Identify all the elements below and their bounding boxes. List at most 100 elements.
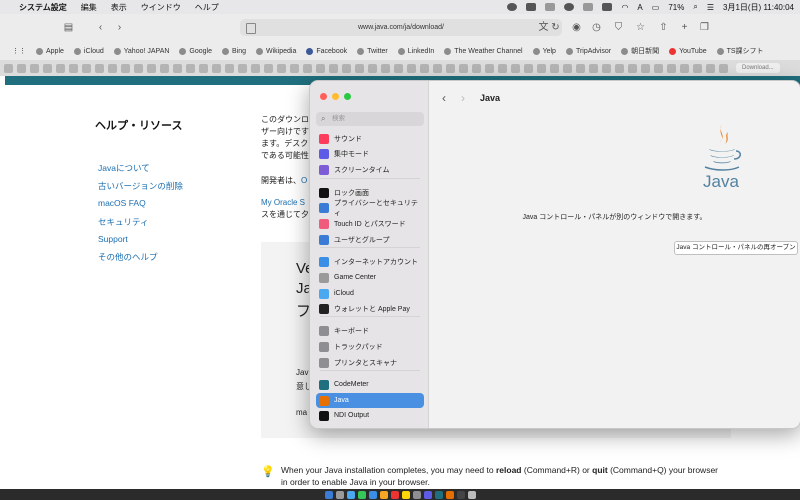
bookmark-asahi[interactable]: 朝日新聞	[621, 46, 659, 56]
zoom-button[interactable]	[344, 93, 351, 100]
sidebar-item-4[interactable]: プライバシーとセキュリティ	[316, 200, 424, 217]
star-icon[interactable]: ☆	[634, 21, 647, 34]
bookmarks-grid-icon[interactable]: ⋮⋮	[12, 47, 26, 55]
dock-messages-icon[interactable]	[357, 490, 366, 499]
tab-favicon[interactable]	[134, 63, 143, 73]
wifi-icon[interactable]: ◠	[621, 3, 628, 12]
sidebar-item-13[interactable]: プリンタとスキャナ	[316, 355, 424, 370]
bookmark-twitter[interactable]: Twitter	[357, 47, 388, 55]
tab-favicon[interactable]	[563, 63, 572, 73]
dock-app-icon[interactable]	[445, 490, 454, 499]
sidebar-item-6[interactable]: ユーザとグループ	[316, 232, 424, 247]
reopen-control-panel-button[interactable]: Java コントロール・パネルの再オープン	[674, 241, 798, 255]
tab-favicon[interactable]	[693, 63, 702, 73]
tab-favicon[interactable]	[615, 63, 624, 73]
close-button[interactable]	[320, 93, 327, 100]
tab-favicon[interactable]	[485, 63, 494, 73]
tab-favicon[interactable]	[251, 63, 260, 73]
tab-favicon[interactable]	[121, 63, 130, 73]
tray-record-icon[interactable]	[526, 3, 537, 11]
dock-terminal-icon[interactable]	[456, 490, 465, 499]
extension-icon[interactable]: ◉	[570, 21, 583, 34]
bookmark-ts-shift[interactable]: TS課シフト	[716, 46, 764, 56]
link-support[interactable]: Support	[98, 234, 128, 244]
bookmark-youtube[interactable]: YouTube	[669, 47, 707, 55]
dock-notes-icon[interactable]	[401, 490, 410, 499]
sidebar-item-15[interactable]: Java	[316, 393, 424, 408]
shield-icon[interactable]: ⛉	[612, 21, 625, 34]
link-macos-faq[interactable]: macOS FAQ	[98, 198, 146, 208]
tab-favicon[interactable]	[706, 63, 715, 73]
address-bar[interactable]: www.java.com/ja/download/	[240, 19, 562, 36]
menu-edit[interactable]: 編集	[81, 2, 97, 13]
sidebar-item-7[interactable]: インターネットアカウント	[316, 254, 424, 269]
link-about-java[interactable]: Javaについて	[98, 162, 150, 174]
bookmark-icloud[interactable]: iCloud	[73, 47, 104, 55]
tab-favicon[interactable]	[316, 63, 325, 73]
sidebar-item-9[interactable]: iCloud	[316, 286, 424, 301]
tab-favicon[interactable]	[329, 63, 338, 73]
tab-favicon[interactable]	[30, 63, 39, 73]
bookmark-wikipedia[interactable]: Wikipedia	[256, 47, 296, 55]
tab-favicon[interactable]	[576, 63, 585, 73]
tab-favicon[interactable]	[342, 63, 351, 73]
dock-app-icon[interactable]	[423, 490, 432, 499]
bookmark-linkedin[interactable]: LinkedIn	[397, 47, 434, 55]
tray-control-icon[interactable]	[602, 3, 613, 11]
sidebar-item-2[interactable]: スクリーンタイム	[316, 162, 424, 177]
tab-favicon[interactable]	[511, 63, 520, 73]
tab-favicon[interactable]	[212, 63, 221, 73]
tab-favicon[interactable]	[199, 63, 208, 73]
tab-favicon[interactable]	[17, 63, 26, 73]
tab-favicon[interactable]	[264, 63, 273, 73]
sidebar-toggle-icon[interactable]: ▤	[62, 21, 75, 34]
new-tab-icon[interactable]: +	[678, 21, 691, 34]
tab-favicon[interactable]	[108, 63, 117, 73]
share-icon[interactable]: ⇧	[657, 21, 670, 34]
link-security[interactable]: セキュリティ	[98, 216, 149, 228]
menu-clock[interactable]: 3月1日(日) 11:40:04	[723, 2, 794, 13]
bookmark-tripadvisor[interactable]: TripAdvisor	[565, 47, 611, 55]
control-center-icon[interactable]: ☰	[707, 3, 714, 12]
tab-favicon[interactable]	[589, 63, 598, 73]
tab-favicon[interactable]	[667, 63, 676, 73]
tab-favicon[interactable]	[680, 63, 689, 73]
tab-favicon[interactable]	[147, 63, 156, 73]
tab-favicon[interactable]	[225, 63, 234, 73]
bookmark-bing[interactable]: Bing	[222, 47, 246, 55]
forward-icon[interactable]: ›	[461, 91, 465, 105]
menu-help[interactable]: ヘルプ	[195, 2, 219, 13]
tab-favicon[interactable]	[43, 63, 52, 73]
link-remove-old-versions[interactable]: 古いバージョンの削除	[98, 180, 183, 192]
back-icon[interactable]: ‹	[94, 21, 107, 34]
tab-favicon[interactable]	[407, 63, 416, 73]
tab-favicon[interactable]	[95, 63, 104, 73]
tray-bluetooth-icon[interactable]	[583, 3, 594, 11]
search-icon[interactable]: ⌕	[693, 2, 697, 12]
battery-icon[interactable]: ▭	[652, 3, 660, 12]
tab-favicon[interactable]	[69, 63, 78, 73]
bookmark-yelp[interactable]: Yelp	[532, 47, 556, 55]
bookmark-yahoo[interactable]: Yahoo! JAPAN	[113, 47, 169, 55]
tab-favicon[interactable]	[355, 63, 364, 73]
tab-favicon[interactable]	[459, 63, 468, 73]
tab-favicon[interactable]	[56, 63, 65, 73]
tab-favicon[interactable]	[433, 63, 442, 73]
bookmark-weather[interactable]: The Weather Channel	[444, 47, 523, 55]
tab-favicon[interactable]	[550, 63, 559, 73]
dock-safari-icon[interactable]	[346, 490, 355, 499]
tab-favicon[interactable]	[524, 63, 533, 73]
menu-window[interactable]: ウインドウ	[141, 2, 181, 13]
tab-favicon[interactable]	[719, 63, 728, 73]
sidebar-item-10[interactable]: ウォレットと Apple Pay	[316, 301, 424, 316]
tab-favicon[interactable]	[472, 63, 481, 73]
sidebar-item-5[interactable]: Touch ID とパスワード	[316, 216, 424, 231]
forward-icon[interactable]: ›	[113, 21, 126, 34]
tab-favicon[interactable]	[290, 63, 299, 73]
dock-photos-icon[interactable]	[379, 490, 388, 499]
tab-overview-icon[interactable]: ❐	[698, 21, 711, 34]
tray-sync-icon[interactable]	[545, 3, 556, 11]
tab-favicon[interactable]	[446, 63, 455, 73]
history-icon[interactable]: ◷	[590, 21, 603, 34]
minimize-button[interactable]	[332, 93, 339, 100]
